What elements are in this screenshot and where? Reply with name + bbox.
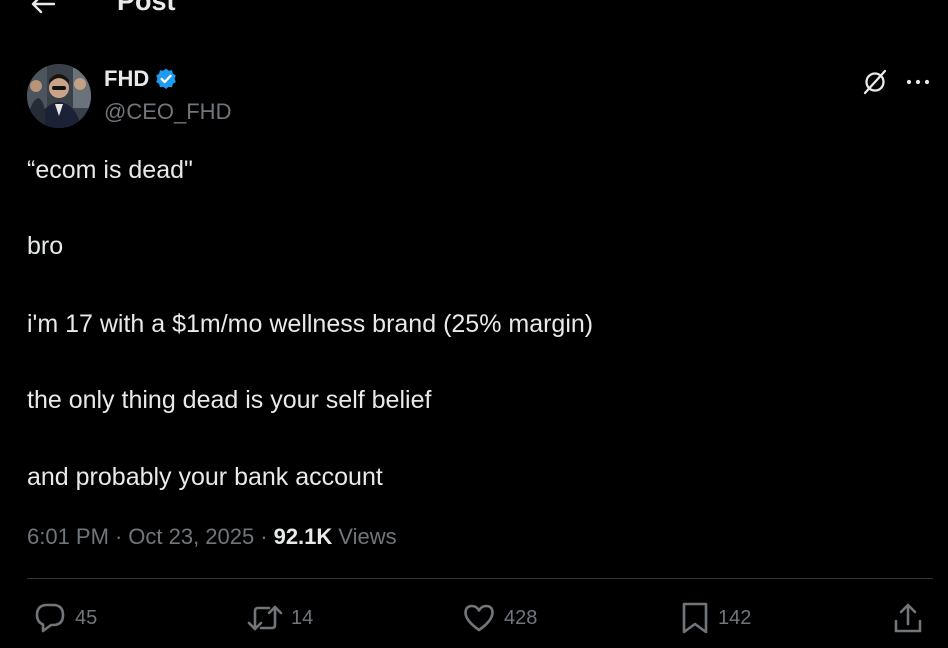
bookmark-count: 142 <box>718 606 752 629</box>
views-label: Views <box>338 524 397 549</box>
author-handle[interactable]: @CEO_FHD <box>104 99 231 125</box>
reply-button[interactable]: 45 <box>33 600 97 636</box>
more-options-button[interactable] <box>902 66 934 98</box>
post-text-line: i'm 17 with a $1m/mo wellness brand (25%… <box>27 310 594 338</box>
reply-count: 45 <box>75 606 98 629</box>
reply-icon <box>35 603 65 633</box>
page-title: Post <box>117 0 176 16</box>
post-text-line: “ecom is dead" <box>27 156 193 184</box>
avatar[interactable] <box>27 64 91 128</box>
share-button[interactable] <box>892 600 924 636</box>
arrow-left-icon <box>31 0 56 14</box>
divider <box>27 578 933 579</box>
post-text-line: the only thing dead is your self belief <box>27 386 432 414</box>
post-text-line: and probably your bank account <box>27 463 383 491</box>
verified-badge-icon <box>156 68 177 89</box>
share-icon <box>894 603 922 633</box>
bookmark-icon <box>682 602 708 634</box>
meta-separator: · <box>114 524 123 549</box>
page-header: Post <box>0 0 948 20</box>
grok-button[interactable] <box>859 66 891 98</box>
avatar-image <box>27 64 91 128</box>
author-name-text: FHD <box>104 66 150 91</box>
views-count[interactable]: 92.1K <box>274 524 333 550</box>
like-count: 428 <box>504 606 538 629</box>
grok-icon <box>863 69 887 95</box>
back-button[interactable] <box>28 0 58 16</box>
meta-separator: · <box>260 524 268 549</box>
post-date[interactable]: Oct 23, 2025 <box>128 524 254 550</box>
bookmark-button[interactable]: 142 <box>680 600 751 636</box>
repost-icon <box>247 605 283 631</box>
post-detail-page: Post FHD @CEO_FHD “ecom is dead" bro i'm… <box>0 0 948 648</box>
more-horizontal-icon <box>906 79 930 85</box>
like-button[interactable]: 428 <box>462 600 537 636</box>
author-name[interactable]: FHD <box>104 66 178 92</box>
repost-count: 14 <box>291 606 314 629</box>
repost-button[interactable]: 14 <box>247 600 313 636</box>
post-meta: 6:01 PM · Oct 23, 2025 · 92.1K Views <box>27 524 397 550</box>
heart-icon <box>464 604 494 632</box>
post-time[interactable]: 6:01 PM <box>27 524 109 550</box>
post-text-line: bro <box>27 232 64 260</box>
